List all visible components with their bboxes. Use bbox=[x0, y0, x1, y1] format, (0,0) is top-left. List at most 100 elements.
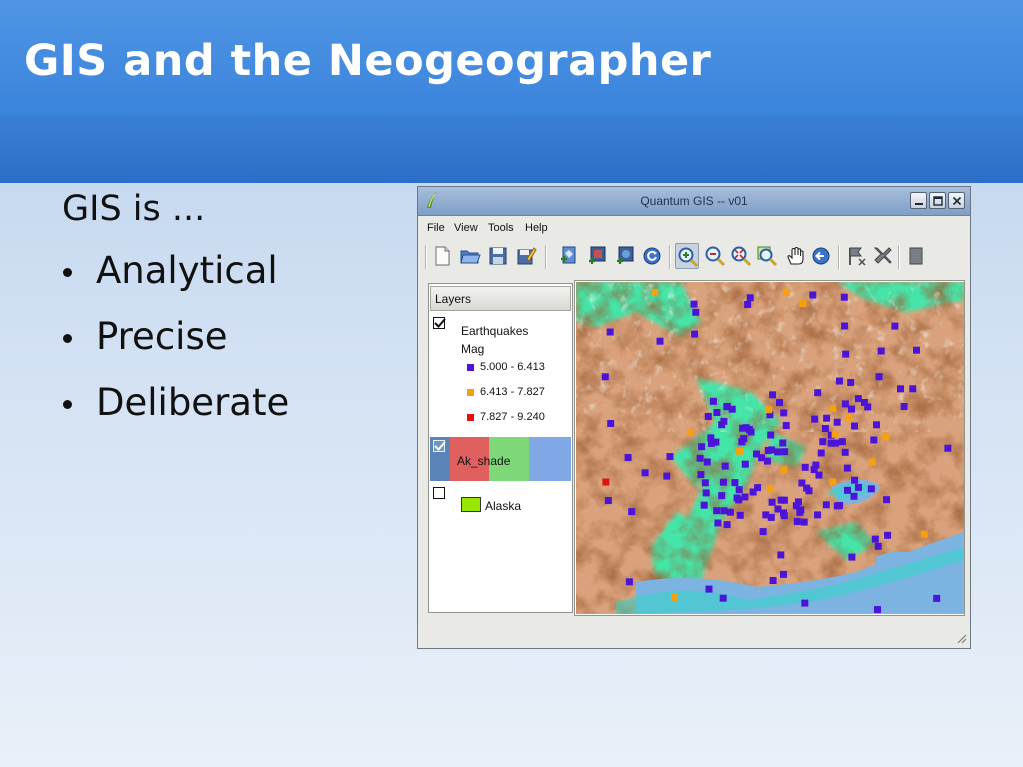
earthquake-marker bbox=[809, 291, 817, 299]
ak-shade-visibility-checkbox[interactable] bbox=[433, 440, 446, 452]
menu-help[interactable]: Help bbox=[525, 222, 548, 234]
earthquake-marker bbox=[874, 542, 882, 550]
earthquakes-visibility-checkbox[interactable] bbox=[433, 317, 446, 329]
legend-class-label: 5.000 - 6.413 bbox=[480, 361, 545, 373]
close-button[interactable] bbox=[948, 192, 965, 209]
open-project-button[interactable] bbox=[458, 243, 482, 269]
earthquake-marker bbox=[651, 288, 659, 296]
earthquakes-layer-name[interactable]: Earthquakes bbox=[461, 324, 528, 338]
bullet-lead: GIS is ... bbox=[62, 189, 206, 229]
save-project-icon bbox=[489, 247, 507, 265]
earthquake-marker bbox=[776, 399, 783, 407]
earthquake-marker bbox=[704, 413, 712, 420]
identify-button[interactable] bbox=[845, 243, 869, 269]
slide-title: GIS and the Neogeographer bbox=[24, 36, 712, 86]
zoom-to-layer-button[interactable] bbox=[755, 243, 779, 269]
earthquake-marker bbox=[883, 496, 890, 504]
menu-tools[interactable]: Tools bbox=[488, 222, 514, 234]
add-postgis-layer-button[interactable] bbox=[613, 243, 637, 269]
menu-view[interactable]: View bbox=[454, 222, 478, 234]
bullet-text: Analytical bbox=[96, 249, 278, 292]
earthquake-marker bbox=[814, 389, 822, 397]
earthquake-marker bbox=[841, 400, 849, 408]
ak-shade-layer-row[interactable]: Ak_shade bbox=[430, 437, 571, 481]
layers-panel: Layers Earthquakes Mag 5.000 - 6.413 6.4… bbox=[428, 283, 573, 613]
qgis-window: Quantum GIS -- v01 File View Tools Help bbox=[417, 186, 971, 649]
select-icon bbox=[873, 247, 892, 264]
earthquake-marker bbox=[780, 509, 787, 517]
earthquake-marker bbox=[801, 599, 809, 607]
earthquake-marker bbox=[671, 593, 678, 601]
add-raster-layer-button[interactable] bbox=[585, 243, 609, 269]
earthquake-marker bbox=[842, 350, 850, 358]
zoom-out-button[interactable] bbox=[703, 243, 727, 269]
earthquake-marker bbox=[801, 463, 809, 471]
legend-swatch-high bbox=[467, 414, 474, 421]
earthquake-marker bbox=[726, 508, 734, 516]
alaska-visibility-checkbox[interactable] bbox=[433, 487, 445, 499]
earthquake-marker bbox=[666, 453, 674, 461]
earthquake-marker bbox=[870, 436, 878, 444]
save-project-button[interactable] bbox=[486, 243, 510, 269]
add-postgis-layer-icon bbox=[617, 246, 634, 264]
layers-header: Layers bbox=[430, 286, 571, 311]
earthquake-marker bbox=[713, 507, 721, 515]
add-vector-layer-button[interactable] bbox=[557, 243, 581, 269]
earthquake-marker bbox=[709, 397, 717, 405]
earthquake-marker bbox=[606, 328, 614, 336]
measure-button[interactable] bbox=[904, 243, 928, 269]
zoom-to-layer-icon bbox=[757, 246, 778, 267]
earthquake-marker bbox=[877, 347, 885, 355]
earthquake-marker bbox=[749, 488, 757, 496]
zoom-full-button[interactable] bbox=[729, 243, 753, 269]
save-as-button[interactable] bbox=[514, 243, 538, 269]
earthquake-marker bbox=[782, 422, 790, 429]
close-icon bbox=[952, 196, 962, 206]
resize-grip-icon[interactable] bbox=[955, 632, 967, 644]
refresh-button[interactable] bbox=[640, 243, 664, 269]
earthquake-marker bbox=[803, 484, 811, 492]
earthquake-marker bbox=[891, 322, 899, 330]
earthquake-marker bbox=[860, 399, 868, 406]
earthquake-marker bbox=[602, 478, 610, 486]
pan-button[interactable] bbox=[783, 243, 807, 269]
window-titlebar[interactable]: Quantum GIS -- v01 bbox=[418, 187, 970, 216]
zoom-previous-button[interactable] bbox=[809, 243, 833, 269]
earthquake-marker bbox=[723, 521, 731, 529]
map-canvas-frame[interactable] bbox=[574, 280, 965, 616]
new-project-button[interactable] bbox=[430, 243, 454, 269]
legend-class-label: 6.413 - 7.827 bbox=[480, 386, 545, 398]
minimize-button[interactable] bbox=[910, 192, 927, 209]
earthquake-marker bbox=[697, 471, 705, 479]
earthquake-marker bbox=[731, 479, 739, 487]
earthquake-marker bbox=[705, 585, 713, 593]
ak-shade-layer-name: Ak_shade bbox=[457, 454, 511, 468]
earthquake-marker bbox=[847, 379, 855, 386]
identify-icon bbox=[849, 247, 866, 266]
earthquake-marker bbox=[850, 492, 858, 500]
map-canvas[interactable] bbox=[576, 282, 964, 614]
earthquake-marker bbox=[871, 535, 879, 543]
earthquake-marker bbox=[882, 433, 889, 441]
menu-file[interactable]: File bbox=[427, 222, 445, 234]
maximize-button[interactable] bbox=[929, 192, 946, 209]
toolbar-separator bbox=[898, 245, 900, 269]
refresh-icon bbox=[643, 247, 661, 265]
earthquake-marker bbox=[851, 476, 859, 484]
earthquake-marker bbox=[703, 458, 711, 466]
select-button[interactable] bbox=[871, 243, 895, 269]
measure-icon bbox=[909, 247, 923, 265]
earthquake-marker bbox=[868, 458, 876, 466]
earthquake-marker bbox=[719, 478, 727, 486]
alaska-layer-name[interactable]: Alaska bbox=[485, 499, 521, 513]
bullet-list: GIS is ... Analytical Precise Deliberate bbox=[62, 186, 289, 436]
earthquake-marker bbox=[624, 454, 632, 461]
earthquake-marker bbox=[867, 485, 875, 493]
earthquake-marker bbox=[767, 513, 775, 521]
earthquake-marker bbox=[741, 493, 749, 501]
earthquake-marker bbox=[721, 462, 729, 470]
earthquake-marker bbox=[628, 508, 636, 516]
checkmark-icon bbox=[434, 318, 446, 328]
zoom-in-button[interactable] bbox=[675, 243, 699, 269]
ak-shade-swatch-blue bbox=[529, 437, 571, 481]
